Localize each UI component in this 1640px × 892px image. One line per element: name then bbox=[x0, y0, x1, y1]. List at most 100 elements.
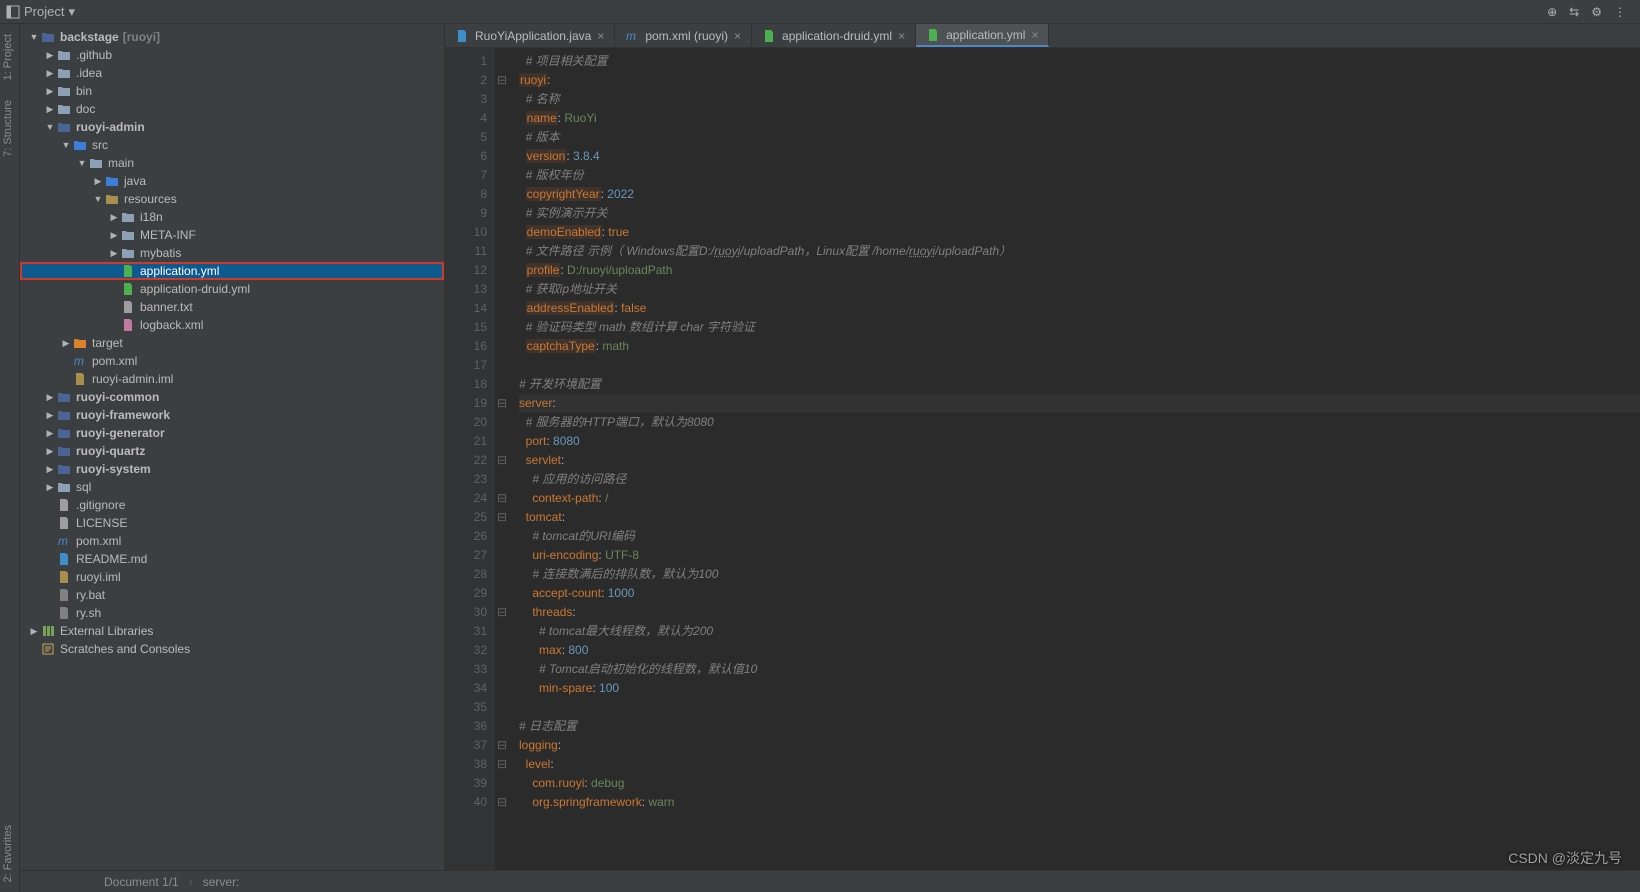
tree-item-ruoyi-common[interactable]: ▶ ruoyi-common bbox=[20, 388, 444, 406]
tree-item-label: ry.bat bbox=[76, 588, 105, 602]
close-icon[interactable]: × bbox=[898, 29, 905, 43]
tree-item-label: Scratches and Consoles bbox=[60, 642, 190, 656]
tree-twisty[interactable]: ▶ bbox=[44, 50, 56, 61]
tree-item-backstage[interactable]: ▼ backstage[ruoyi] bbox=[20, 28, 444, 46]
tree-item--idea[interactable]: ▶ .idea bbox=[20, 64, 444, 82]
tree-twisty[interactable]: ▶ bbox=[44, 464, 56, 475]
fold-gutter[interactable]: ⊟ ⊟ ⊟ ⊟⊟ ⊟ ⊟⊟ ⊟ bbox=[495, 48, 509, 892]
tree-twisty[interactable]: ▶ bbox=[108, 248, 120, 259]
tree-item-resources[interactable]: ▼ resources bbox=[20, 190, 444, 208]
tree-item-main[interactable]: ▼ main bbox=[20, 154, 444, 172]
tree-twisty[interactable]: ▼ bbox=[60, 140, 72, 150]
xml-icon bbox=[120, 317, 136, 333]
tree-item-src[interactable]: ▼ src bbox=[20, 136, 444, 154]
tree-item-target[interactable]: ▶ target bbox=[20, 334, 444, 352]
tree-twisty[interactable]: ▼ bbox=[76, 158, 88, 168]
tree-item-label: backstage[ruoyi] bbox=[60, 30, 160, 44]
tree-item-application-druid-yml[interactable]: application-druid.yml bbox=[20, 280, 444, 298]
tree-twisty[interactable]: ▼ bbox=[28, 32, 40, 42]
tree-twisty[interactable]: ▶ bbox=[44, 392, 56, 403]
tree-twisty[interactable]: ▶ bbox=[44, 446, 56, 457]
tree-item-i18n[interactable]: ▶ i18n bbox=[20, 208, 444, 226]
tree-twisty[interactable]: ▶ bbox=[44, 104, 56, 115]
tree-item-label: ruoyi.iml bbox=[76, 570, 121, 584]
svg-text:m: m bbox=[58, 534, 68, 548]
tree-item--github[interactable]: ▶ .github bbox=[20, 46, 444, 64]
tree-twisty[interactable]: ▶ bbox=[44, 86, 56, 97]
tree-item-logback-xml[interactable]: logback.xml bbox=[20, 316, 444, 334]
tree-twisty[interactable]: ▶ bbox=[108, 230, 120, 241]
expand-icon[interactable]: ⇆ bbox=[1569, 5, 1579, 19]
tree-item-label: java bbox=[124, 174, 146, 188]
tree-item-ruoyi-system[interactable]: ▶ ruoyi-system bbox=[20, 460, 444, 478]
tool-favorites[interactable]: 2: Favorites bbox=[0, 815, 16, 892]
tab-ruoyiapplication-java[interactable]: RuoYiApplication.java × bbox=[445, 24, 615, 47]
project-tree[interactable]: ▼ backstage[ruoyi]▶ .github▶ .idea▶ bin▶… bbox=[20, 24, 445, 892]
tree-item--gitignore[interactable]: .gitignore bbox=[20, 496, 444, 514]
tree-item-license[interactable]: LICENSE bbox=[20, 514, 444, 532]
tool-structure[interactable]: 7: Structure bbox=[0, 90, 16, 167]
code-content[interactable]: # 项目相关配置ruoyi: # 名称 name: RuoYi # 版本 ver… bbox=[509, 48, 1640, 892]
tree-item-label: LICENSE bbox=[76, 516, 127, 530]
close-icon[interactable]: × bbox=[734, 29, 741, 43]
tab-application-druid-yml[interactable]: application-druid.yml × bbox=[752, 24, 916, 47]
tree-item-label: mybatis bbox=[140, 246, 181, 260]
tree-twisty[interactable]: ▶ bbox=[92, 176, 104, 187]
iml-icon bbox=[72, 371, 88, 387]
close-icon[interactable]: × bbox=[1031, 28, 1038, 42]
tree-twisty[interactable]: ▶ bbox=[44, 68, 56, 79]
tree-item-ruoyi-iml[interactable]: ruoyi.iml bbox=[20, 568, 444, 586]
srcdir-icon bbox=[104, 173, 120, 189]
mod-icon bbox=[56, 407, 72, 423]
tree-item-pom-xml[interactable]: m pom.xml bbox=[20, 532, 444, 550]
tree-twisty[interactable]: ▶ bbox=[44, 482, 56, 493]
project-dropdown[interactable]: Project ▾ bbox=[6, 4, 75, 20]
tree-item-readme-md[interactable]: README.md bbox=[20, 550, 444, 568]
tree-item-ruoyi-quartz[interactable]: ▶ ruoyi-quartz bbox=[20, 442, 444, 460]
dir-icon bbox=[120, 245, 136, 261]
tree-item-meta-inf[interactable]: ▶ META-INF bbox=[20, 226, 444, 244]
tree-twisty[interactable]: ▶ bbox=[108, 212, 120, 223]
yml-icon bbox=[120, 263, 136, 279]
tree-item-ry-bat[interactable]: ry.bat bbox=[20, 586, 444, 604]
tree-item-label: application-druid.yml bbox=[140, 282, 250, 296]
tree-item-ruoyi-generator[interactable]: ▶ ruoyi-generator bbox=[20, 424, 444, 442]
tree-item-ruoyi-admin[interactable]: ▼ ruoyi-admin bbox=[20, 118, 444, 136]
yml-icon bbox=[926, 28, 940, 42]
locate-icon[interactable]: ⊕ bbox=[1547, 5, 1557, 19]
tree-twisty[interactable]: ▼ bbox=[92, 194, 104, 204]
tool-project[interactable]: 1: Project bbox=[0, 24, 16, 90]
tab-label: pom.xml (ruoyi) bbox=[645, 29, 728, 43]
tree-item-bin[interactable]: ▶ bin bbox=[20, 82, 444, 100]
code-editor[interactable]: 1234567891011121314151617181920212223242… bbox=[445, 48, 1640, 892]
tree-item-label: src bbox=[92, 138, 108, 152]
tree-item-ruoyi-admin-iml[interactable]: ruoyi-admin.iml bbox=[20, 370, 444, 388]
tree-twisty[interactable]: ▶ bbox=[60, 338, 72, 349]
more-icon[interactable]: ⋮ bbox=[1614, 5, 1626, 19]
project-toolbar: Project ▾ ⊕ ⇆ ⚙ ⋮ bbox=[0, 0, 1640, 24]
close-icon[interactable]: × bbox=[597, 29, 604, 43]
txt-icon bbox=[120, 299, 136, 315]
crumb[interactable]: server: bbox=[203, 875, 240, 889]
tree-item-external-libraries[interactable]: ▶ External Libraries bbox=[20, 622, 444, 640]
tree-item-ruoyi-framework[interactable]: ▶ ruoyi-framework bbox=[20, 406, 444, 424]
tree-twisty[interactable]: ▼ bbox=[44, 122, 56, 132]
tree-item-mybatis[interactable]: ▶ mybatis bbox=[20, 244, 444, 262]
tree-twisty[interactable]: ▶ bbox=[44, 410, 56, 421]
tree-item-banner-txt[interactable]: banner.txt bbox=[20, 298, 444, 316]
txt-icon bbox=[56, 497, 72, 513]
tab-pom-xml-ruoyi-[interactable]: m pom.xml (ruoyi) × bbox=[615, 24, 752, 47]
tree-item-application-yml[interactable]: application.yml bbox=[20, 262, 444, 280]
mod-icon bbox=[56, 443, 72, 459]
settings-icon[interactable]: ⚙ bbox=[1591, 5, 1602, 19]
tree-item-scratches-and-consoles[interactable]: Scratches and Consoles bbox=[20, 640, 444, 658]
tab-application-yml[interactable]: application.yml × bbox=[916, 24, 1049, 47]
tree-item-sql[interactable]: ▶ sql bbox=[20, 478, 444, 496]
tree-item-java[interactable]: ▶ java bbox=[20, 172, 444, 190]
tree-item-doc[interactable]: ▶ doc bbox=[20, 100, 444, 118]
tree-twisty[interactable]: ▶ bbox=[28, 626, 40, 637]
tree-item-ry-sh[interactable]: ry.sh bbox=[20, 604, 444, 622]
mod-icon bbox=[40, 29, 56, 45]
tree-item-pom-xml[interactable]: m pom.xml bbox=[20, 352, 444, 370]
tree-twisty[interactable]: ▶ bbox=[44, 428, 56, 439]
